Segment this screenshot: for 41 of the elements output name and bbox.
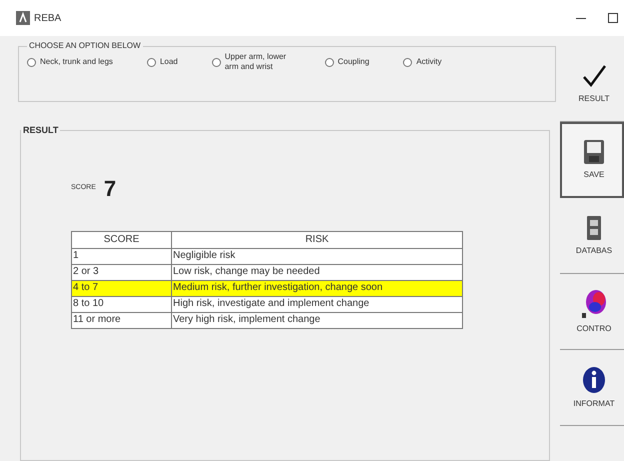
info-icon xyxy=(582,366,606,394)
app-icon xyxy=(16,11,30,25)
table-cell: High risk, investigate and implement change xyxy=(172,296,462,312)
sphere-icon xyxy=(581,288,607,318)
table-cell: Negligible risk xyxy=(172,248,462,264)
table-row[interactable]: 1 Negligible risk xyxy=(72,248,462,264)
options-group-title: CHOOSE AN OPTION BELOW xyxy=(28,40,142,52)
table-row[interactable]: 8 to 10 High risk, investigate and implement change xyxy=(72,296,462,312)
table-cell: Medium risk, further investigation, change soon xyxy=(172,280,462,296)
column-header: SCORE xyxy=(72,231,172,248)
radio-label: Activity xyxy=(416,57,442,67)
radio-button[interactable] xyxy=(403,58,412,66)
radio-button[interactable] xyxy=(212,58,221,66)
table-row[interactable]: 11 or more Very high risk, implement change xyxy=(72,312,462,328)
side-button[interactable]: DATABAS xyxy=(560,198,624,274)
table-cell: 11 or more xyxy=(72,312,172,328)
cabinet-icon xyxy=(586,214,602,240)
table-cell: 8 to 10 xyxy=(72,296,172,312)
side-button[interactable]: SAVE xyxy=(560,122,624,198)
table-row[interactable]: 4 to 7 Medium risk, further investigation, change soon xyxy=(72,280,462,296)
table-cell: 4 to 7 xyxy=(72,280,172,296)
column-header: RISK xyxy=(172,231,462,248)
radio-button[interactable] xyxy=(146,58,156,66)
table-cell: Low risk, change may be needed xyxy=(172,264,462,280)
radio-label: Upper arm, lower arm and wrist xyxy=(224,52,288,72)
side-button[interactable]: CONTRO xyxy=(560,274,624,350)
checkmark-icon xyxy=(581,62,607,88)
radio-button[interactable] xyxy=(324,58,334,66)
table-cell: 2 or 3 xyxy=(72,264,172,280)
maximize-icon[interactable] xyxy=(608,13,618,23)
score-value: 7 xyxy=(104,174,116,202)
side-button[interactable]: INFORMAT xyxy=(560,350,624,426)
radio-label: Coupling xyxy=(338,57,370,67)
window-title: REBA xyxy=(34,12,62,26)
radio-label: Neck, trunk and legs xyxy=(40,57,113,67)
radio-button[interactable] xyxy=(27,58,36,66)
table-cell: 1 xyxy=(72,248,172,264)
result-group-title: RESULT xyxy=(22,124,60,137)
radio-label: Load xyxy=(160,57,178,67)
table-row[interactable]: 2 or 3 Low risk, change may be needed xyxy=(72,264,462,280)
table-cell: Very high risk, implement change xyxy=(172,312,462,328)
